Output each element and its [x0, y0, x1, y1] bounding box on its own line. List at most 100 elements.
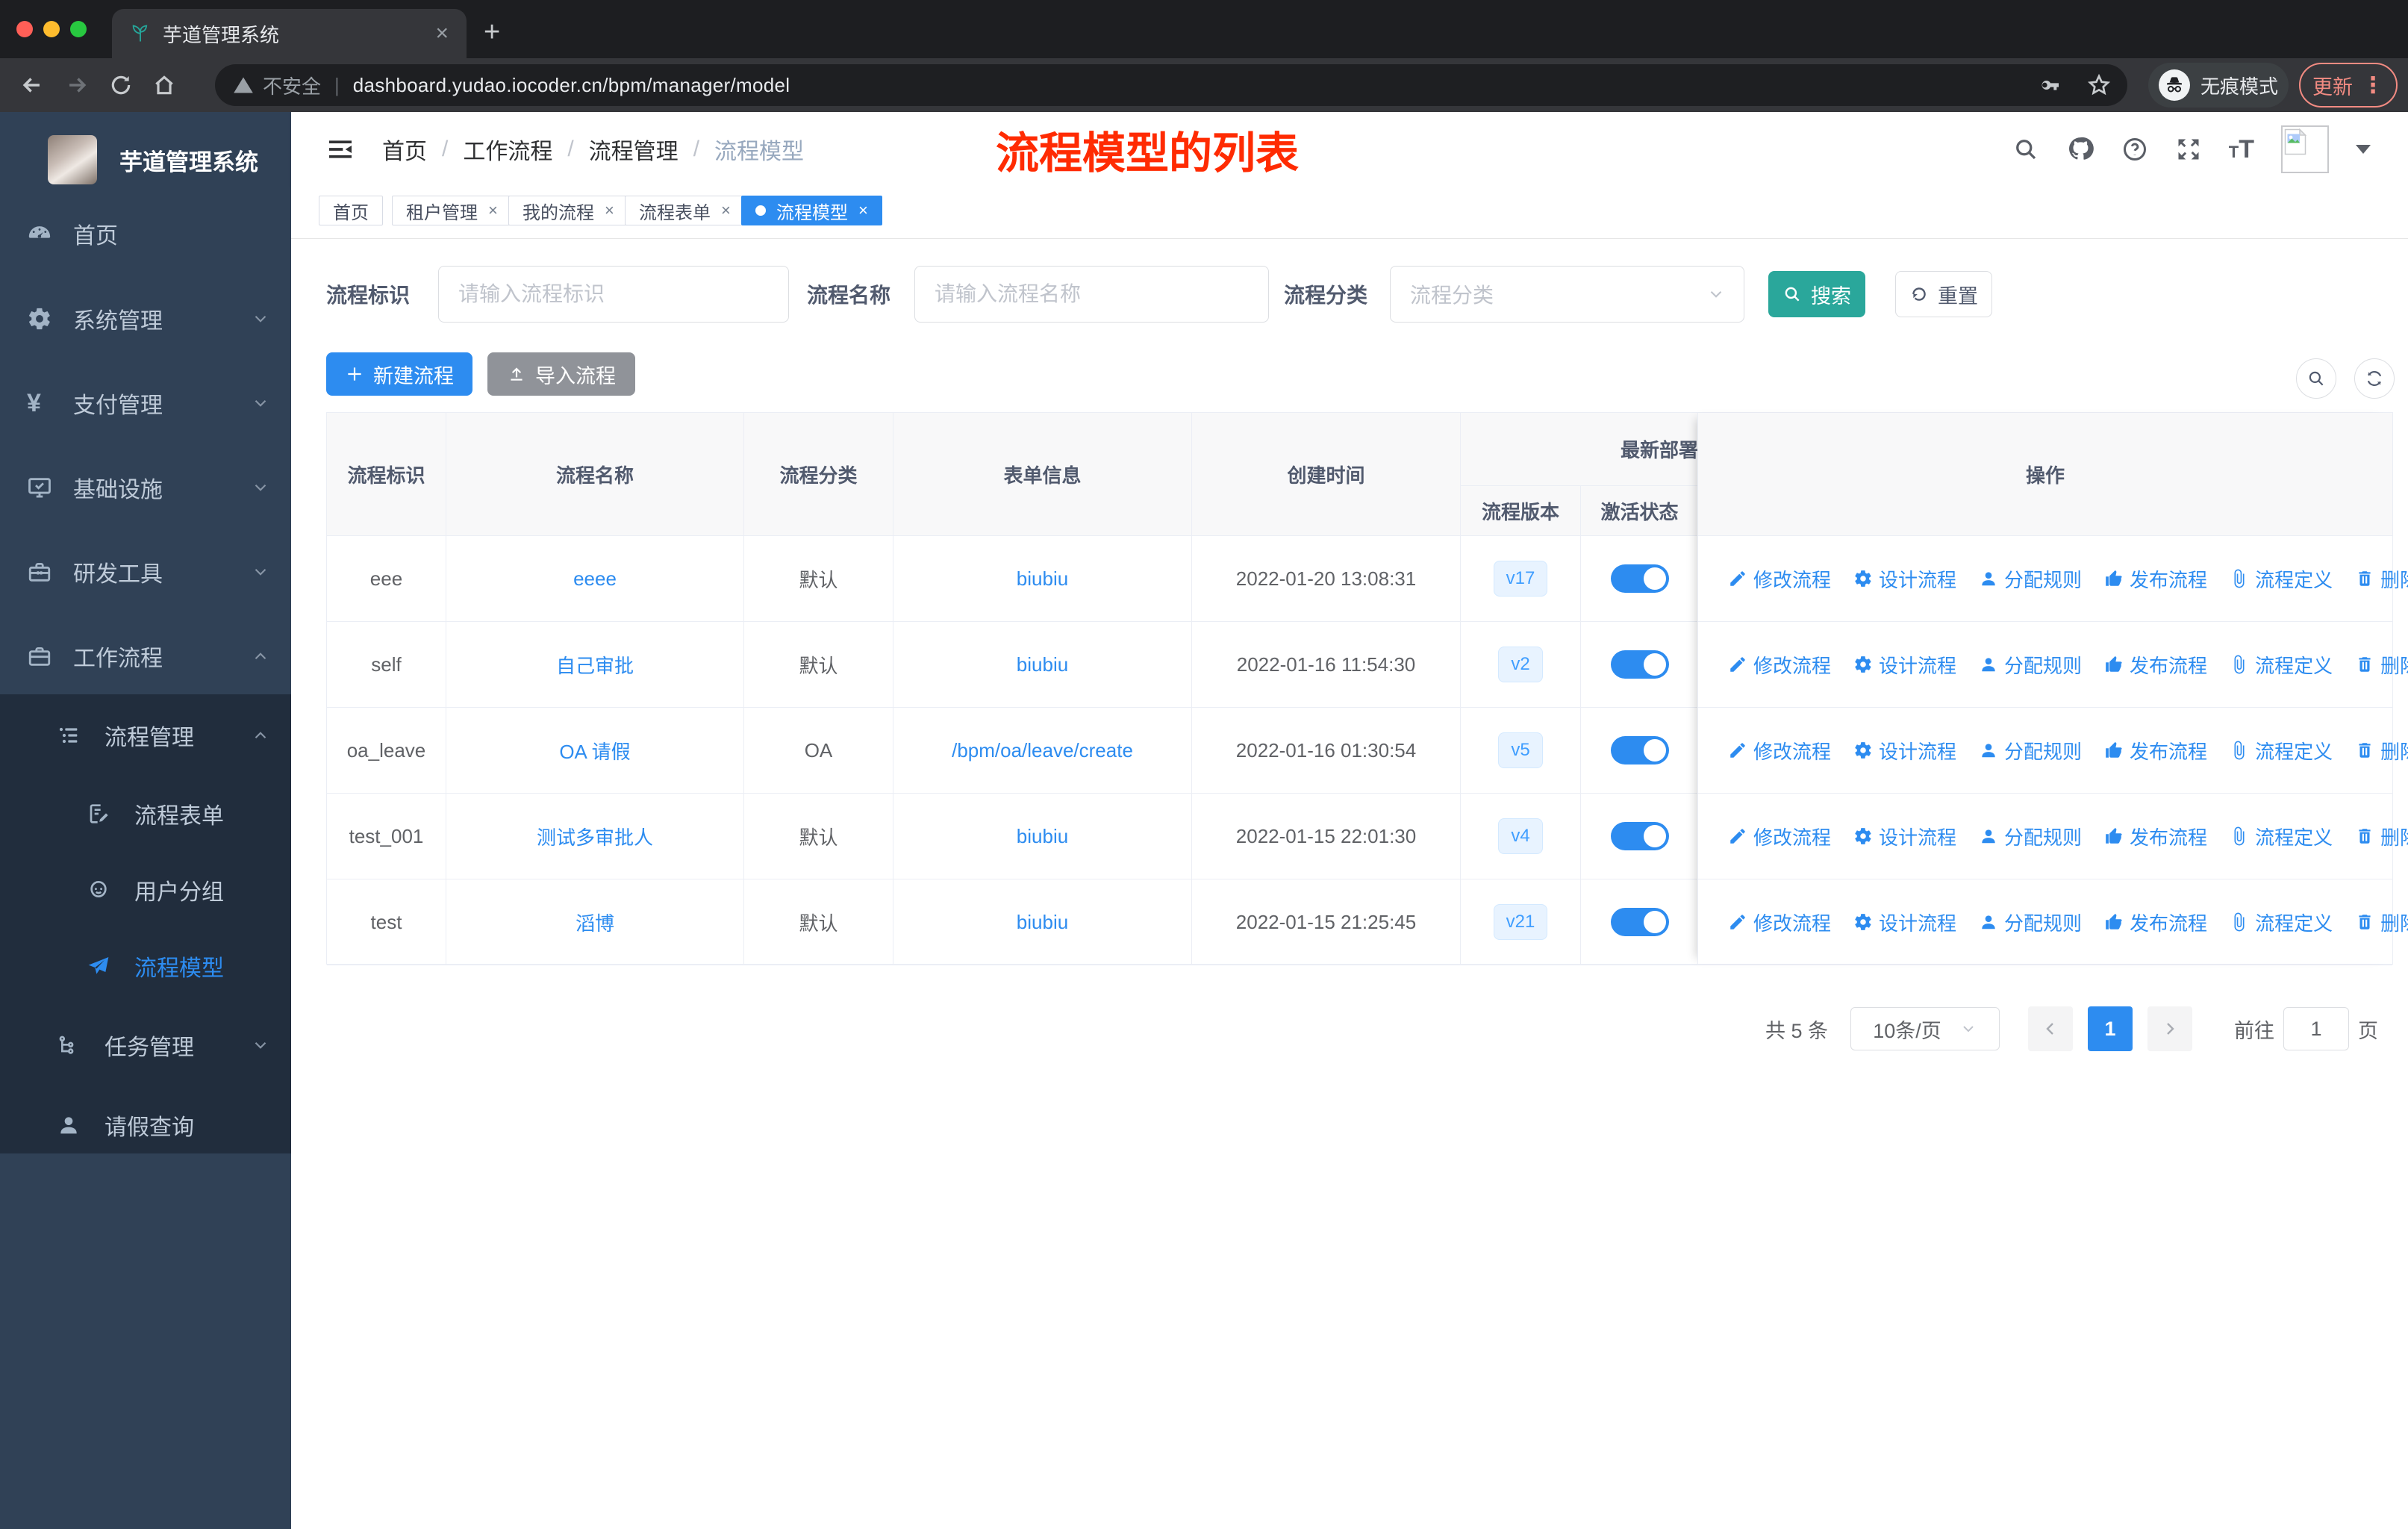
new-tab-button[interactable]: +: [484, 18, 500, 46]
cell-form-info-link[interactable]: /bpm/oa/leave/create: [952, 739, 1133, 762]
tag-close-icon[interactable]: ×: [488, 201, 498, 220]
action-assign-rules[interactable]: 分配规则: [1979, 823, 2082, 850]
sidebar-collapse-icon[interactable]: [325, 134, 355, 164]
tag-close-icon[interactable]: ×: [858, 201, 868, 220]
table-refresh-icon[interactable]: [2354, 358, 2395, 399]
active-status-toggle[interactable]: [1610, 908, 1669, 936]
active-status-toggle[interactable]: [1610, 736, 1669, 764]
action-assign-rules[interactable]: 分配规则: [1979, 909, 2082, 936]
action-process-definition[interactable]: 流程定义: [2230, 737, 2333, 764]
sidebar-item-process-form[interactable]: 流程表单: [0, 780, 291, 847]
action-delete[interactable]: 删除: [2355, 651, 2408, 679]
action-design-process[interactable]: 设计流程: [1853, 651, 1956, 679]
action-edit-process[interactable]: 修改流程: [1728, 737, 1831, 764]
action-publish-process[interactable]: 发布流程: [2104, 651, 2207, 679]
active-status-toggle[interactable]: [1610, 564, 1669, 593]
back-icon[interactable]: [19, 72, 45, 98]
user-avatar[interactable]: [2281, 125, 2329, 173]
action-delete[interactable]: 删除: [2355, 909, 2408, 936]
import-process-button[interactable]: 导入流程: [487, 352, 635, 396]
action-assign-rules[interactable]: 分配规则: [1979, 737, 2082, 764]
action-publish-process[interactable]: 发布流程: [2104, 823, 2207, 850]
forward-icon[interactable]: [64, 72, 90, 98]
breadcrumb-item-process-management[interactable]: 流程管理: [589, 133, 679, 166]
action-process-definition[interactable]: 流程定义: [2230, 909, 2333, 936]
process-category-select[interactable]: 流程分类: [1390, 266, 1745, 323]
action-process-definition[interactable]: 流程定义: [2230, 651, 2333, 679]
process-name-input[interactable]: [914, 266, 1270, 323]
create-process-button[interactable]: 新建流程: [326, 352, 472, 396]
active-status-toggle[interactable]: [1610, 650, 1669, 679]
process-id-input[interactable]: [438, 266, 790, 323]
sidebar-item-payment[interactable]: ¥ 支付管理: [0, 370, 291, 437]
password-key-icon[interactable]: [2038, 73, 2062, 97]
sidebar-item-infrastructure[interactable]: 基础设施: [0, 454, 291, 521]
tag-my-process[interactable]: 我的流程 ×: [508, 196, 628, 225]
sidebar-item-user-group[interactable]: 用户分组: [0, 856, 291, 924]
fullscreen-icon[interactable]: [2175, 136, 2202, 163]
breadcrumb-item-home[interactable]: 首页: [382, 133, 427, 166]
action-design-process[interactable]: 设计流程: [1853, 565, 1956, 593]
breadcrumb-item-workflow[interactable]: 工作流程: [463, 133, 552, 166]
address-bar[interactable]: 不安全 | dashboard.yudao.iocoder.cn/bpm/man…: [215, 64, 2127, 106]
action-process-definition[interactable]: 流程定义: [2230, 823, 2333, 850]
action-publish-process[interactable]: 发布流程: [2104, 737, 2207, 764]
sidebar-item-task-management[interactable]: 任务管理: [0, 1012, 291, 1079]
window-zoom-button[interactable]: [70, 21, 87, 37]
action-process-definition[interactable]: 流程定义: [2230, 565, 2333, 593]
cell-process-name-link[interactable]: 测试多审批人: [537, 823, 653, 850]
github-icon[interactable]: [2066, 135, 2094, 164]
sidebar-item-workflow[interactable]: 工作流程: [0, 623, 291, 690]
search-button[interactable]: 搜索: [1768, 271, 1866, 317]
action-edit-process[interactable]: 修改流程: [1728, 909, 1831, 936]
reset-button[interactable]: 重置: [1895, 271, 1993, 317]
cell-process-name-link[interactable]: 自己审批: [556, 651, 634, 679]
page-size-select[interactable]: 10条/页: [1850, 1007, 2000, 1050]
action-design-process[interactable]: 设计流程: [1853, 909, 1956, 936]
goto-page-input[interactable]: [2283, 1007, 2349, 1050]
sidebar-logo-row[interactable]: 芋道管理系统: [0, 122, 291, 197]
cell-form-info-link[interactable]: biubiu: [1017, 911, 1068, 934]
action-assign-rules[interactable]: 分配规则: [1979, 565, 2082, 593]
browser-tab[interactable]: 芋道管理系统 ×: [112, 9, 467, 58]
action-edit-process[interactable]: 修改流程: [1728, 823, 1831, 850]
browser-menu-kebab-icon[interactable]: ⋮: [2362, 72, 2384, 99]
sidebar-item-dev-tools[interactable]: 研发工具: [0, 538, 291, 605]
prev-page-button[interactable]: [2028, 1006, 2073, 1051]
sidebar-item-system[interactable]: 系统管理: [0, 285, 291, 352]
home-icon[interactable]: [152, 73, 176, 97]
current-page-button[interactable]: 1: [2088, 1006, 2133, 1051]
tag-close-icon[interactable]: ×: [721, 201, 731, 220]
action-assign-rules[interactable]: 分配规则: [1979, 651, 2082, 679]
action-design-process[interactable]: 设计流程: [1853, 737, 1956, 764]
tag-process-model[interactable]: 流程模型 ×: [741, 196, 882, 225]
action-publish-process[interactable]: 发布流程: [2104, 909, 2207, 936]
header-search-icon[interactable]: [2012, 136, 2039, 163]
sidebar-item-process-management[interactable]: 流程管理: [0, 702, 291, 769]
cell-form-info-link[interactable]: biubiu: [1017, 825, 1068, 848]
chrome-update-chip[interactable]: 更新 ⋮: [2299, 63, 2398, 108]
tag-tenant[interactable]: 租户管理 ×: [392, 196, 512, 225]
sidebar-item-home[interactable]: 首页: [0, 200, 291, 267]
cell-process-name-link[interactable]: 滔博: [576, 909, 614, 936]
active-status-toggle[interactable]: [1610, 822, 1669, 850]
action-publish-process[interactable]: 发布流程: [2104, 565, 2207, 593]
tab-close-icon[interactable]: ×: [435, 22, 449, 45]
reload-icon[interactable]: [109, 73, 133, 97]
tag-close-icon[interactable]: ×: [605, 201, 614, 220]
action-delete[interactable]: 删除: [2355, 565, 2408, 593]
action-design-process[interactable]: 设计流程: [1853, 823, 1956, 850]
font-size-icon[interactable]: TT: [2229, 135, 2254, 164]
action-edit-process[interactable]: 修改流程: [1728, 565, 1831, 593]
tag-process-form[interactable]: 流程表单 ×: [625, 196, 745, 225]
cell-process-name-link[interactable]: OA 请假: [559, 737, 630, 764]
sidebar-item-leave-query[interactable]: 请假查询: [0, 1092, 291, 1159]
sidebar-item-process-model[interactable]: 流程模型: [0, 932, 291, 1000]
table-search-toggle-icon[interactable]: [2296, 358, 2336, 399]
bookmark-star-icon[interactable]: [2087, 73, 2111, 97]
cell-form-info-link[interactable]: biubiu: [1017, 567, 1068, 591]
window-close-button[interactable]: [16, 21, 33, 37]
cell-process-name-link[interactable]: eeee: [573, 567, 617, 591]
cell-form-info-link[interactable]: biubiu: [1017, 653, 1068, 676]
avatar-dropdown-caret-icon[interactable]: [2356, 145, 2371, 154]
